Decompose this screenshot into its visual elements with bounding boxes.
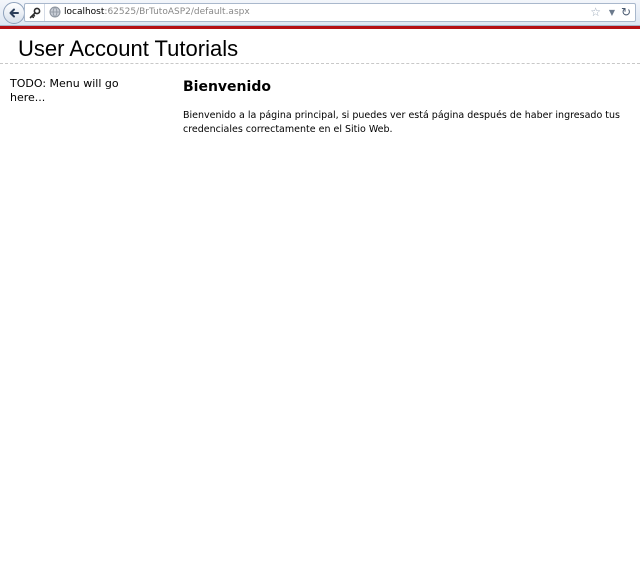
left-menu-placeholder: TODO: Menu will go here...: [10, 77, 119, 104]
url-text[interactable]: localhost:62525/BrTutoASP2/default.aspx: [64, 6, 250, 19]
reload-icon[interactable]: ↻: [621, 4, 631, 20]
main-content: Bienvenido Bienvenido a la página princi…: [183, 78, 640, 137]
site-title: User Account Tutorials: [18, 36, 239, 61]
url-path: :62525/BrTutoASP2/default.aspx: [104, 7, 250, 17]
welcome-paragraph: Bienvenido a la página principal, si pue…: [183, 110, 620, 135]
star-icon[interactable]: ☆: [590, 5, 601, 20]
address-bar[interactable]: localhost:62525/BrTutoASP2/default.aspx …: [24, 3, 636, 22]
url-host: localhost: [64, 7, 105, 17]
site-info-button[interactable]: [26, 4, 45, 21]
dropdown-icon[interactable]: ▼: [609, 5, 615, 20]
back-button[interactable]: [3, 2, 25, 24]
page-heading: Bienvenido: [183, 79, 271, 95]
browser-toolbar: localhost:62525/BrTutoASP2/default.aspx …: [0, 0, 640, 26]
site-header: User Account Tutorials: [0, 29, 640, 64]
back-arrow-icon: [9, 8, 19, 18]
key-icon: [29, 7, 41, 18]
globe-icon: [49, 6, 61, 18]
